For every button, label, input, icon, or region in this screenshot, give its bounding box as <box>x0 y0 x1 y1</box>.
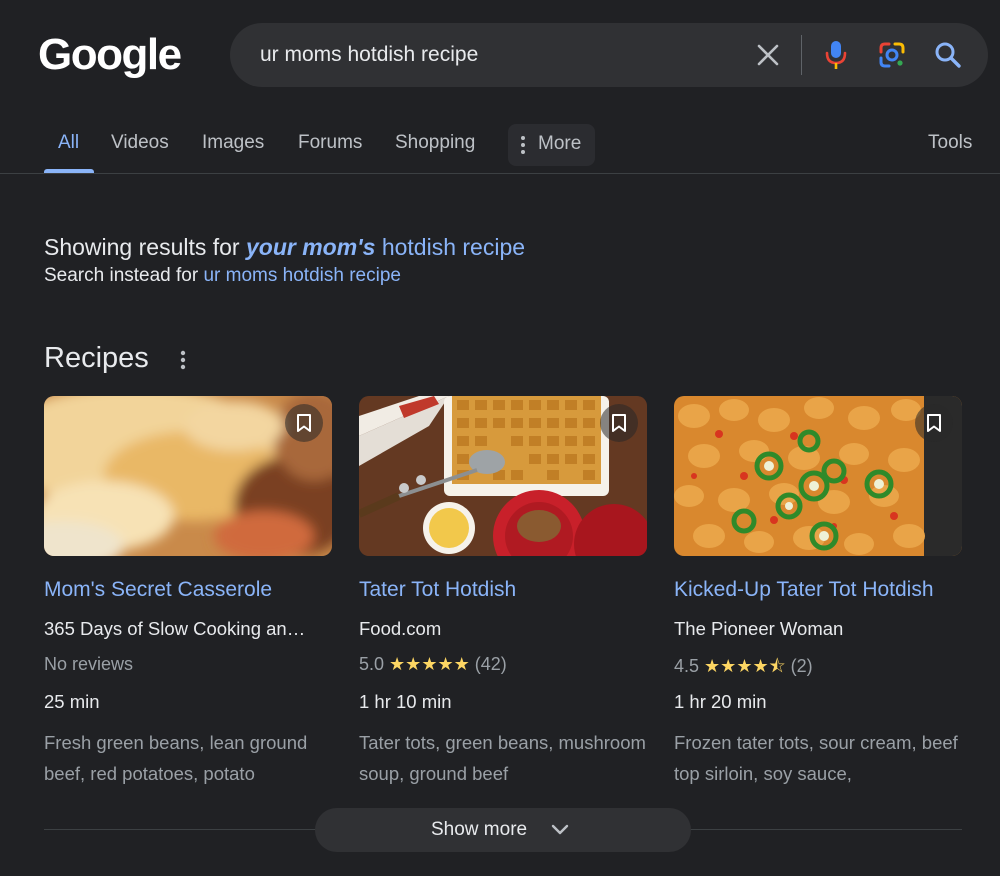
spelling-correction: Showing results for your mom's hotdish r… <box>44 234 525 261</box>
tab-videos[interactable]: Videos <box>111 132 169 154</box>
tab-active-indicator <box>44 169 94 173</box>
tab-forums[interactable]: Forums <box>298 132 362 154</box>
show-more-button[interactable]: Show more <box>315 808 691 852</box>
review-count: (42) <box>474 654 507 674</box>
recipe-card[interactable]: Mom's Secret Casserole 365 Days of Slow … <box>44 396 332 784</box>
bookmark-button[interactable] <box>600 404 638 442</box>
recipe-time: 1 hr 10 min <box>359 691 452 712</box>
tools-button[interactable]: Tools <box>928 132 972 154</box>
instead-prefix: Search instead for <box>44 265 204 286</box>
recipe-image[interactable] <box>674 396 962 556</box>
recipes-more-options-icon[interactable] <box>178 349 188 371</box>
recipe-image[interactable] <box>44 396 332 556</box>
google-lens-icon[interactable] <box>876 39 908 71</box>
search-input[interactable]: ur moms hotdish recipe <box>260 43 478 67</box>
bookmark-icon <box>297 414 311 432</box>
tab-shopping[interactable]: Shopping <box>395 132 475 154</box>
recipe-title-link[interactable]: Kicked-Up Tater Tot Hotdish <box>674 578 934 602</box>
recipe-time: 1 hr 20 min <box>674 691 767 712</box>
bookmark-button[interactable] <box>285 404 323 442</box>
recipe-source: Food.com <box>359 618 442 639</box>
search-divider <box>801 35 802 75</box>
chevron-down-icon <box>551 824 569 835</box>
correction-prefix: Showing results for <box>44 234 246 260</box>
recipe-ingredients: Tater tots, green beans, mushroom soup, … <box>359 732 646 784</box>
bookmark-icon <box>612 414 626 432</box>
recipe-source: 365 Days of Slow Cooking an… <box>44 618 306 639</box>
recipe-time: 25 min <box>44 691 100 712</box>
search-icon[interactable] <box>932 39 964 71</box>
recipe-ingredients: Fresh green beans, lean ground beef, red… <box>44 732 308 784</box>
tab-images[interactable]: Images <box>202 132 264 154</box>
star-rating-icon: ★★★★★ <box>389 654 470 674</box>
recipe-title-link[interactable]: Tater Tot Hotdish <box>359 578 516 602</box>
clear-icon[interactable] <box>752 39 784 71</box>
search-box[interactable]: ur moms hotdish recipe <box>230 23 988 87</box>
recipe-title-link[interactable]: Mom's Secret Casserole <box>44 578 272 602</box>
recipe-rating: 4.5 ★★★★⯪ (2) <box>674 654 813 684</box>
recipe-image[interactable] <box>359 396 647 556</box>
recipe-rating: No reviews <box>44 654 134 674</box>
corrected-term: your mom's <box>245 234 376 260</box>
recipe-card[interactable]: Kicked-Up Tater Tot Hotdish The Pioneer … <box>674 396 962 784</box>
recipes-heading: Recipes <box>44 342 149 374</box>
rating-value: 5.0 <box>359 654 385 674</box>
tab-more-label: More <box>538 133 582 154</box>
tab-all[interactable]: All <box>58 132 79 154</box>
rating-value: 4.5 <box>674 656 700 676</box>
google-logo[interactable]: Google <box>38 30 182 80</box>
recipe-source: The Pioneer Woman <box>674 618 844 639</box>
bookmark-button[interactable] <box>915 404 953 442</box>
tab-more[interactable]: More <box>508 124 595 166</box>
corrected-query-rest: hotdish recipe <box>375 234 526 260</box>
star-rating-icon: ★★★★⯪ <box>704 656 786 676</box>
show-more-label: Show more <box>431 819 528 840</box>
review-count: (2) <box>790 656 813 676</box>
search-instead: Search instead for ur moms hotdish recip… <box>44 265 401 287</box>
corrected-query-link[interactable]: your mom's hotdish recipe <box>246 234 525 260</box>
bookmark-icon <box>927 414 941 432</box>
search-tabs: All Videos Images Forums Shopping More T… <box>0 120 1000 174</box>
recipe-card[interactable]: Tater Tot Hotdish Food.com 5.0 ★★★★★ (42… <box>359 396 647 784</box>
recipe-ingredients: Frozen tater tots, sour cream, beef top … <box>674 732 958 784</box>
recipe-rating: 5.0 ★★★★★ (42) <box>359 654 507 675</box>
more-vert-icon <box>521 136 525 154</box>
original-query-link[interactable]: ur moms hotdish recipe <box>203 265 400 286</box>
microphone-icon[interactable] <box>820 38 852 72</box>
